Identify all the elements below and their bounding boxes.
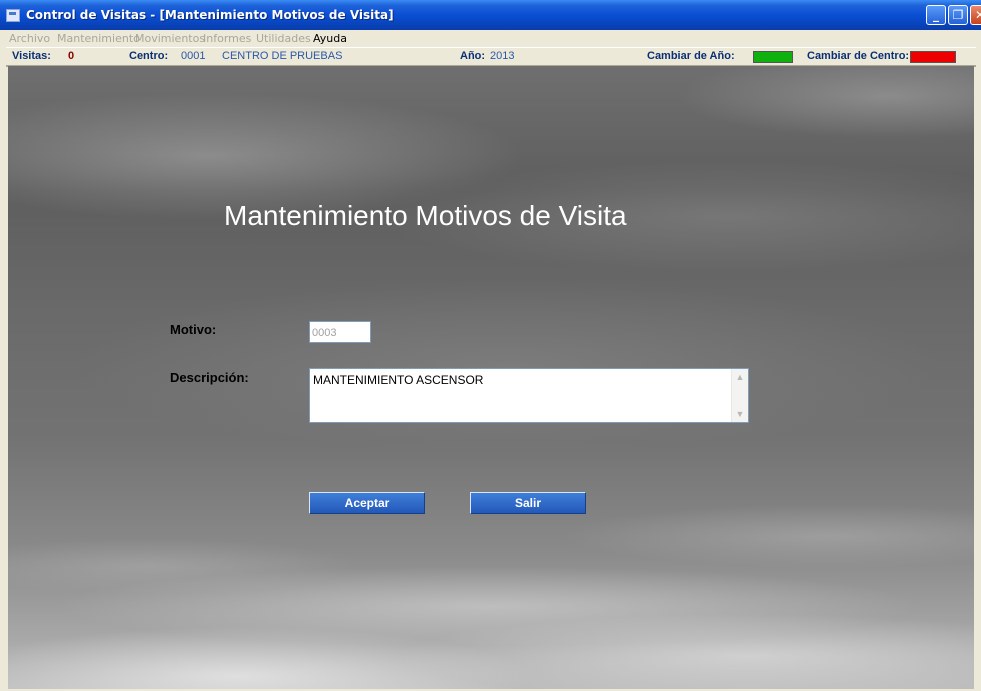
descripcion-scrollbar[interactable]: ▲ ▼	[731, 369, 748, 422]
centro-label: Centro:	[129, 50, 169, 62]
salir-button[interactable]: Salir	[470, 492, 586, 514]
cambiar-anio-button[interactable]	[753, 51, 793, 63]
title-bar: Control de Visitas - [Mantenimiento Moti…	[0, 0, 981, 30]
scroll-down-icon[interactable]: ▼	[734, 408, 746, 420]
descripcion-label: Descripción:	[170, 370, 249, 385]
app-icon	[6, 9, 20, 22]
cambiar-anio-label: Cambiar de Año:	[647, 50, 735, 62]
menu-mantenimiento[interactable]: Mantenimiento	[57, 32, 140, 45]
visitas-count: 0	[68, 50, 75, 62]
aceptar-button[interactable]: Aceptar	[309, 492, 425, 514]
maximize-button[interactable]: ❐	[948, 5, 968, 25]
frame-left	[0, 46, 6, 691]
motivo-label: Motivo:	[170, 322, 217, 337]
cambiar-centro-button[interactable]	[910, 51, 956, 63]
menu-movimientos[interactable]: Movimientos	[135, 32, 205, 45]
window-title: Control de Visitas - [Mantenimiento Moti…	[26, 8, 394, 22]
close-button[interactable]: ✕	[970, 5, 981, 25]
page-title: Mantenimiento Motivos de Visita	[224, 200, 627, 231]
form-area: Mantenimiento Motivos de Visita Motivo: …	[8, 66, 974, 689]
descripcion-textarea[interactable]: MANTENIMIENTO ASCENSOR ▲ ▼	[309, 368, 749, 423]
centro-name: CENTRO DE PRUEBAS	[222, 50, 343, 62]
menu-ayuda[interactable]: Ayuda	[313, 32, 347, 45]
anio-label: Año:	[460, 50, 486, 62]
menu-bar: Archivo Mantenimiento Movimientos Inform…	[0, 30, 981, 46]
scroll-up-icon[interactable]: ▲	[734, 371, 746, 383]
menu-utilidades[interactable]: Utilidades	[256, 32, 311, 45]
descripcion-text: MANTENIMIENTO ASCENSOR	[313, 373, 484, 387]
visitas-label: Visitas:	[12, 50, 51, 62]
menu-archivo[interactable]: Archivo	[9, 32, 50, 45]
anio-value: 2013	[490, 50, 515, 62]
motivo-field[interactable]: 0003	[309, 321, 371, 343]
cambiar-centro-label: Cambiar de Centro:	[807, 50, 910, 62]
info-bar: Visitas: 0 Centro: 0001 CENTRO DE PRUEBA…	[6, 47, 976, 67]
minimize-button[interactable]: _	[926, 5, 946, 25]
frame-right	[976, 46, 981, 691]
centro-code: 0001	[181, 50, 206, 62]
menu-informes[interactable]: Informes	[203, 32, 251, 45]
